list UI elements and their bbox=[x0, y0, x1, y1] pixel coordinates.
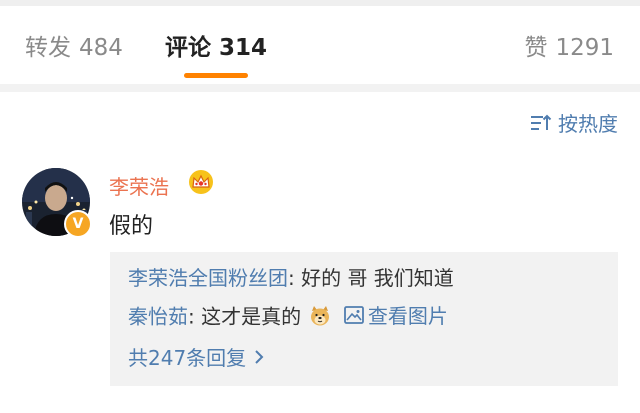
reply-text: : 好的 哥 我们知道 bbox=[288, 266, 454, 290]
doge-emoji-icon bbox=[311, 305, 330, 325]
chevron-right-icon bbox=[255, 349, 264, 364]
image-icon bbox=[343, 305, 364, 324]
verified-letter: V bbox=[72, 216, 84, 232]
active-tab-indicator bbox=[184, 73, 248, 78]
replies-box: 李荣浩全国粉丝团: 好的 哥 我们知道 秦怡茹: 这才是真的 查看图片 共247… bbox=[110, 252, 618, 386]
tab-comment-label: 评论 bbox=[165, 35, 211, 61]
sort-by-hot-button[interactable]: 按热度 bbox=[530, 108, 618, 137]
reply-item: 秦怡茹: 这才是真的 查看图片 bbox=[128, 300, 448, 330]
reply-text: : 这才是真的 bbox=[188, 304, 302, 329]
section-divider bbox=[0, 84, 640, 92]
comment-text: 假的 bbox=[109, 214, 154, 239]
tab-repost[interactable]: 转发 484 bbox=[25, 28, 123, 62]
tab-comment[interactable]: 评论 314 bbox=[165, 28, 267, 62]
reply-author[interactable]: 秦怡茹 bbox=[128, 305, 188, 329]
tab-repost-count: 484 bbox=[79, 35, 123, 61]
tab-repost-label: 转发 bbox=[25, 35, 71, 61]
view-image-link[interactable]: 查看图片 bbox=[340, 300, 448, 329]
reply-item: 李荣浩全国粉丝团: 好的 哥 我们知道 bbox=[128, 262, 454, 291]
tab-comment-count: 314 bbox=[219, 35, 268, 61]
sort-label: 按热度 bbox=[558, 112, 618, 136]
sort-icon bbox=[531, 114, 552, 130]
crown-icon bbox=[189, 170, 213, 194]
tab-like-label: 赞 bbox=[524, 35, 548, 61]
more-replies-link[interactable]: 共247条回复 bbox=[128, 342, 264, 371]
comment-item: V 李荣浩 假的 李荣浩全国粉丝团: 好的 哥 我们知道 秦怡茹: 这才是真的 bbox=[0, 160, 640, 413]
more-replies-label: 共247条回复 bbox=[128, 346, 247, 370]
comment-author[interactable]: 李荣浩 bbox=[109, 171, 169, 200]
verified-v-icon: V bbox=[64, 210, 92, 238]
tab-bar: 转发 484 评论 314 赞 1291 bbox=[0, 6, 640, 84]
reply-author[interactable]: 李荣浩全国粉丝团 bbox=[128, 266, 288, 290]
view-image-label: 查看图片 bbox=[367, 304, 448, 328]
tab-like-count: 1291 bbox=[555, 35, 614, 61]
tab-like[interactable]: 赞 1291 bbox=[524, 28, 614, 62]
